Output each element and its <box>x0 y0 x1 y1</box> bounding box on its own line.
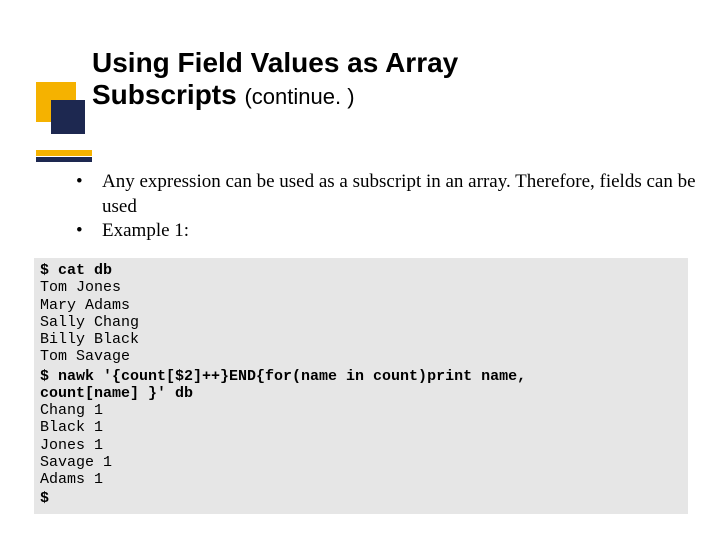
bullet-marker: • <box>70 219 102 244</box>
deco-bar-orange <box>36 150 92 156</box>
title-line-2: Subscripts (continue. ) <box>92 79 690 111</box>
code-output-line: Adams 1 <box>40 471 682 488</box>
title-decoration <box>36 82 96 142</box>
bullet-item: • Example 1: <box>70 219 710 244</box>
title-line-2-sub: (continue. ) <box>244 84 354 109</box>
code-block: $ cat db Tom Jones Mary Adams Sally Chan… <box>34 258 688 514</box>
bar-decoration <box>36 146 96 166</box>
title-line-1: Using Field Values as Array <box>92 48 690 79</box>
slide-title: Using Field Values as Array Subscripts (… <box>92 48 690 111</box>
code-output-line: Tom Savage <box>40 348 682 365</box>
code-prompt: $ <box>40 490 682 507</box>
code-output-line: Sally Chang <box>40 314 682 331</box>
bullet-text: Example 1: <box>102 219 189 244</box>
code-output-line: Chang 1 <box>40 402 682 419</box>
code-command: $ cat db <box>40 262 682 279</box>
slide: Using Field Values as Array Subscripts (… <box>0 0 720 540</box>
title-line-2-main: Subscripts <box>92 79 237 110</box>
code-output-line: Billy Black <box>40 331 682 348</box>
bullet-text: Any expression can be used as a subscrip… <box>102 170 710 219</box>
code-output-line: Savage 1 <box>40 454 682 471</box>
code-output-line: Black 1 <box>40 419 682 436</box>
deco-bar-navy <box>36 157 92 162</box>
body-text: • Any expression can be used as a subscr… <box>70 170 710 244</box>
code-output-line: Tom Jones <box>40 279 682 296</box>
bullet-marker: • <box>70 170 102 195</box>
code-output-line: Jones 1 <box>40 437 682 454</box>
code-command: count[name] }' db <box>40 385 682 402</box>
bullet-item: • Any expression can be used as a subscr… <box>70 170 710 219</box>
code-output-line: Mary Adams <box>40 297 682 314</box>
deco-square-navy <box>51 100 85 134</box>
code-command: $ nawk '{count[$2]++}END{for(name in cou… <box>40 368 682 385</box>
